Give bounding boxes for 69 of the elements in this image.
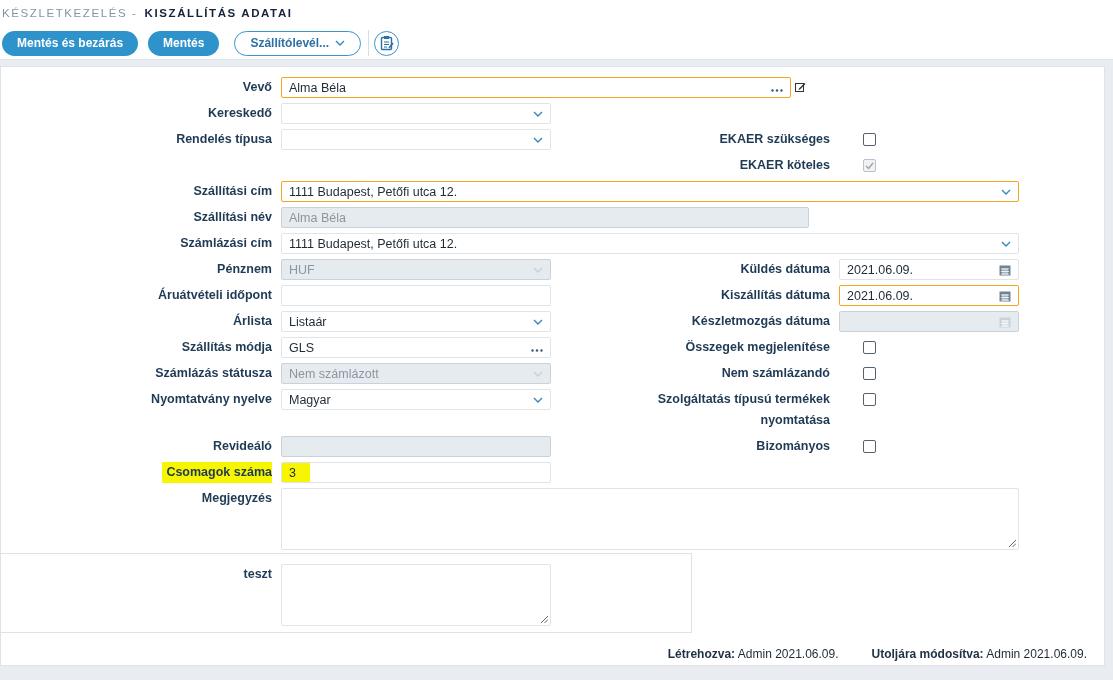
field-label: Szállítás módja (180, 339, 272, 356)
field-label: Készletmozgás dátuma (691, 313, 830, 330)
audit-info: Létrehozva: Admin 2021.06.09. (667, 647, 839, 661)
field-label: Számlázás státusza (154, 365, 272, 382)
field-label: Számlázási cím (179, 235, 272, 252)
field-label: Küldés dátuma (740, 261, 830, 278)
field-label: Kiszállítás dátuma (720, 287, 830, 304)
lookup-field[interactable]: GLS (281, 337, 551, 358)
field-label: Árlista (232, 312, 272, 330)
field-label: EKAER köteles (739, 157, 830, 174)
caret-icon (533, 136, 543, 143)
checkbox[interactable] (863, 133, 876, 146)
checkbox[interactable] (863, 440, 876, 453)
field-label: Megjegyzés (200, 490, 272, 507)
field-label: Kereskedő (207, 105, 272, 122)
caret-icon (1001, 240, 1011, 247)
field-label: Rendelés típusa (175, 131, 272, 148)
edit-button[interactable] (795, 81, 806, 94)
field-label: Revideáló (211, 438, 272, 455)
dropdown[interactable]: Magyar (281, 389, 551, 410)
audit-info: Utoljára módosítva: Admin 2021.06.09. (871, 647, 1087, 661)
checkbox[interactable] (863, 393, 876, 406)
caret-icon (533, 266, 543, 273)
dropdown[interactable]: Listaár (281, 311, 551, 332)
field-label: Szolgáltatás típusú termékek nyomtatása (656, 391, 830, 429)
checkbox[interactable] (863, 341, 876, 354)
field-label: EKAER szükséges (719, 131, 830, 148)
calendar-icon (999, 289, 1011, 302)
page-title: KISZÁLLÍTÁS ADATAI (144, 7, 293, 19)
dropdown[interactable]: 1111 Budapest, Petőfi utca 12. (281, 233, 1019, 254)
field-label: Szállítási cím (192, 183, 272, 200)
textarea-field[interactable] (281, 488, 1019, 550)
clipboard-icon (379, 35, 394, 51)
dropdown[interactable] (281, 103, 551, 124)
calendar-icon (999, 263, 1011, 276)
caret-icon (533, 370, 543, 377)
edit-icon (795, 81, 806, 92)
field-label: Bizományos (756, 438, 830, 455)
date-field[interactable]: 2021.06.09. (839, 259, 1019, 280)
field-label: Összegek megjelenítése (685, 339, 830, 356)
caret-icon (1001, 188, 1011, 195)
checkbox[interactable] (863, 367, 876, 380)
lookup-field[interactable]: Alma Béla (281, 77, 791, 98)
caret-icon (533, 318, 543, 325)
resize-grip-icon (1008, 539, 1016, 547)
clipboard-button[interactable] (374, 30, 400, 56)
field-label: Pénznem (216, 261, 272, 278)
date-field[interactable]: 2021.06.09. (839, 285, 1019, 306)
field-label: Szállítási név (192, 209, 272, 226)
field-label: Áruátvételi időpont (157, 286, 272, 304)
text-field[interactable]: 3 (281, 462, 551, 483)
field-label: Vevő (241, 79, 272, 96)
caret-icon (335, 40, 346, 46)
dropdown-button[interactable]: Szállítólevél... (234, 30, 362, 56)
more-icon (531, 348, 543, 352)
field-label: Nem számlázandó (721, 365, 830, 382)
field-label: teszt (242, 566, 272, 583)
dropdown[interactable] (281, 129, 551, 150)
calendar-icon (999, 315, 1011, 328)
caret-icon (533, 110, 543, 117)
field-label: Csomagok száma (162, 462, 272, 483)
field-label: Nyomtatvány nyelve (150, 391, 272, 408)
dropdown[interactable]: 1111 Budapest, Petőfi utca 12. (281, 181, 1019, 202)
checkmark-icon (865, 161, 874, 170)
more-icon (771, 88, 783, 92)
resize-grip-icon (540, 615, 548, 623)
caret-icon (533, 396, 543, 403)
textarea-field[interactable] (281, 564, 551, 626)
text-field[interactable] (281, 285, 551, 306)
